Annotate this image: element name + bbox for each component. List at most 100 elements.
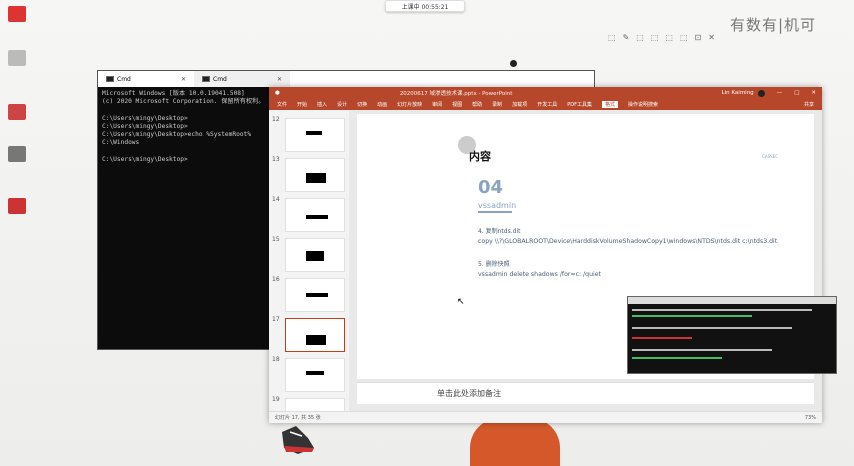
maximize-button[interactable]: □ [794,90,799,96]
slide-thumbnail[interactable] [285,198,345,232]
zoom-level[interactable]: 73% [805,415,816,421]
ribbon-tab[interactable]: 切换 [357,101,367,108]
folder-icon [8,104,26,120]
section-number: 04 [478,177,504,198]
thumbnail-redaction [306,335,326,345]
class-timer-toast: 上课中 00:55:21 [385,0,465,12]
ribbon-tab[interactable]: 格式 [601,101,618,108]
share-button[interactable]: 共享 [804,101,814,108]
notes-pane[interactable]: 单击此处添加备注 [357,382,814,404]
slide-thumbnails[interactable]: 12 13 14 15 16 17 18 19 [269,110,349,411]
tool-icon[interactable]: ⬚ [665,33,673,42]
slide-thumbnail[interactable] [285,238,345,272]
desktop-icon[interactable] [3,50,31,67]
close-icon[interactable]: ✕ [708,33,715,42]
step-delete-snapshot: 5. 删除快照 [478,261,510,268]
desktop-icon[interactable] [3,146,31,163]
ribbon-tab[interactable]: 开始 [297,101,307,108]
pen-icon[interactable]: ✎ [623,33,630,42]
ribbon-tab[interactable]: 文件 [277,101,287,108]
ribbon-tab[interactable]: 开发工具 [537,101,557,108]
desktop-icon[interactable] [3,104,31,121]
ribbon-tab[interactable]: 幻灯片放映 [397,101,422,108]
powerpoint-window[interactable]: ● 20200617 域渗透技术课.pptx - PowerPoint Lin … [269,87,837,423]
autosave-icon[interactable]: ● [275,90,280,96]
screenshot-line [632,357,722,359]
tool-icon[interactable]: ⬚ [651,33,659,42]
brand-logo: CASSEC [762,154,778,159]
thumbnail-redaction [306,293,328,297]
slide-thumbnail[interactable] [285,278,345,312]
background-figure [470,418,560,466]
ribbon-tab[interactable]: 动画 [377,101,387,108]
slide-thumbnail[interactable] [285,118,345,152]
close-tab-icon[interactable]: ✕ [181,76,186,83]
desktop-icon[interactable] [3,198,31,215]
slide-counter: 幻灯片 17, 共 35 张 [275,415,321,421]
cmd-tab[interactable]: Cmd ✕ [194,71,290,87]
avatar [757,89,765,97]
slide-stage: 内容 04 vssadmin 4. 复制ntds.dit copy \\?\GL… [349,110,837,411]
ppt-titlebar: ● 20200617 域渗透技术课.pptx - PowerPoint Lin … [269,87,822,99]
screenshot-line [632,327,792,329]
thumbnail-redaction [306,131,322,135]
tool-icon[interactable]: ⬚ [636,33,644,42]
ribbon-tab[interactable]: 插入 [317,101,327,108]
pointer-dot [510,60,517,67]
ribbon-search[interactable]: 操作说明搜索 [628,101,658,108]
thumbnail-number: 17 [272,316,280,323]
folder-icon [8,198,26,214]
status-bar: 幻灯片 17, 共 35 张 73% [269,411,822,423]
thumbnail-redaction [306,215,328,219]
slide-heading: 内容 [469,150,491,163]
embedded-screenshot[interactable] [627,296,837,374]
minimize-button[interactable]: — [777,90,783,96]
step-copy-command: copy \\?\GLOBALROOT\Device\HarddiskVolum… [478,238,778,245]
app-icon [8,146,26,162]
slide-thumbnail[interactable] [285,318,345,352]
ribbon-tab[interactable]: 录制 [492,101,502,108]
screenshot-line [632,315,752,317]
thumbnail-number: 16 [272,276,280,283]
slide-thumbnail[interactable] [285,358,345,392]
ribbon-tab[interactable]: 视图 [452,101,462,108]
close-tab-icon[interactable]: ✕ [277,76,282,83]
thumbnail-redaction [306,173,326,183]
cmd-tab[interactable]: Cmd ✕ [98,71,194,87]
screenshot-line [632,349,772,351]
ribbon-tab[interactable]: 加载项 [512,101,527,108]
annotation-toolstrip: ⬚ ✎ ⬚ ⬚ ⬚ ⬚ ⊡ ✕ [608,30,715,44]
section-subtitle: vssadmin [478,201,517,210]
ribbon-tabs: 文件 开始 插入 设计 切换 动画 幻灯片放映 审阅 视图 帮助 录制 加载项 开发工具 PDF工具集 格式… [269,99,822,110]
cmd-titlebar: Cmd ✕ Cmd ✕ [98,71,594,87]
slide-thumbnail[interactable] [285,398,345,411]
watermark: 有数有|机可 [730,16,817,34]
screenshot-titlebar [628,297,836,304]
tool-icon[interactable]: ⬚ [680,33,688,42]
step-delete-command: vssadmin delete shadows /for=c: /quiet [478,271,601,278]
user-account[interactable]: Lin Kaiming — □ ✕ [722,89,816,97]
slide-canvas[interactable]: 内容 04 vssadmin 4. 复制ntds.dit copy \\?\GL… [357,114,837,379]
thumbnail-number: 15 [272,236,280,243]
ribbon-tab[interactable]: 帮助 [472,101,482,108]
tool-icon[interactable]: ⬚ [608,33,616,42]
file-icon [8,6,26,22]
ppt-workspace: 12 13 14 15 16 17 18 19 内容 04 vssadmin 4. 复制ntd… [269,110,837,411]
screenshot-line [632,309,812,311]
terminal-icon [202,76,210,82]
thumbnail-number: 12 [272,116,280,123]
mouse-cursor-icon: ↖ [457,297,465,307]
ribbon-tab[interactable]: 审阅 [432,101,442,108]
thumbnail-number: 19 [272,396,280,403]
desktop-icon[interactable] [3,6,31,23]
close-button[interactable]: ✕ [811,90,816,96]
ribbon-tab[interactable]: PDF工具集 [567,101,592,108]
tool-icon[interactable]: ⊡ [695,33,702,42]
terminal-icon [106,76,114,82]
thumbnail-number: 13 [272,156,280,163]
slide-thumbnail[interactable] [285,158,345,192]
ribbon-tab[interactable]: 设计 [337,101,347,108]
thumbnail-number: 14 [272,196,280,203]
file-icon [8,50,26,66]
subtitle-underline [478,211,512,213]
